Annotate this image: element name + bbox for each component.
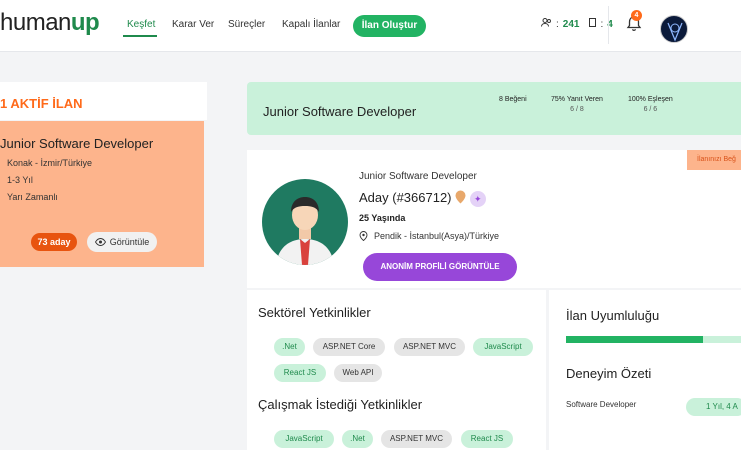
nav-active-indicator: [123, 35, 157, 37]
users-icon: [541, 18, 552, 30]
experience-duration: 1 Yıl, 4 A: [686, 398, 741, 416]
user-avatar[interactable]: [660, 15, 688, 43]
fit-experience-panel: İlan Uyumluluğu Deneyim Özeti Software D…: [549, 290, 741, 450]
job-summary-title: Junior Software Developer: [263, 104, 417, 119]
candidate-avatar: [262, 179, 348, 265]
match-stat-label: 100% Eşleşen: [628, 96, 673, 103]
brand-logo-part2: up: [70, 9, 100, 36]
skill-chip: JavaScript: [473, 338, 533, 356]
response-stat-sub: 6 / 8: [570, 106, 584, 113]
skill-chip: React JS: [274, 364, 326, 382]
likes-stat: 8 Beğeni: [499, 96, 527, 103]
listing-work-type: Yarı Zamanlı: [7, 192, 58, 202]
skill-chip: ASP.NET Core: [313, 338, 385, 356]
listing-card[interactable]: Junior Software Developer Konak - İzmir/…: [0, 121, 204, 267]
skill-chip: .Net: [342, 430, 373, 448]
listing-location: Konak - İzmir/Türkiye: [7, 158, 93, 168]
listing-title: Junior Software Developer: [0, 136, 154, 151]
nav-item-karar-ver[interactable]: Karar Ver: [172, 19, 214, 30]
job-summary-banner: Junior Software Developer 8 Beğeni 75% Y…: [247, 82, 741, 135]
likes-stat-label: 8 Beğeni: [499, 96, 527, 103]
skill-chip: .Net: [274, 338, 305, 356]
candidate-age: 25 Yaşında: [359, 213, 406, 223]
active-listings-title: 1 AKTİF İLAN: [0, 96, 83, 111]
skills-panel: Sektörel Yetkinlikler .Net ASP.NET Core …: [247, 290, 546, 450]
candidate-role: Junior Software Developer: [359, 171, 477, 182]
eye-icon: [94, 238, 106, 246]
liked-listing-tag: İlanınızı Beğ: [687, 150, 741, 170]
candidate-location-text: Pendik - İstanbul(Asya)/Türkiye: [374, 231, 500, 241]
candidate-card: Junior Software Developer Aday (#366712)…: [247, 150, 741, 288]
candidate-location: Pendik - İstanbul(Asya)/Türkiye: [359, 231, 499, 241]
skill-chip: Web API: [334, 364, 382, 382]
sector-skills-title: Sektörel Yetkinlikler: [258, 305, 371, 320]
skill-chip: ASP.NET MVC: [381, 430, 452, 448]
document-icon: [589, 18, 597, 30]
users-count: 241: [562, 18, 580, 30]
nav-item-kapali-ilanlar[interactable]: Kapalı İlanlar: [282, 19, 340, 30]
brand-logo[interactable]: humanup: [0, 9, 100, 37]
navbar-divider: [608, 6, 609, 44]
stats-colon: :: [556, 18, 559, 30]
create-listing-button[interactable]: İlan Oluştur: [353, 15, 426, 37]
active-listings-header: 1 AKTİF İLAN: [0, 82, 207, 120]
location-pin-icon: [359, 231, 368, 241]
experience-role: Software Developer: [566, 400, 637, 409]
top-navbar: humanup Keşfet Karar Ver Süreçler Kapalı…: [0, 0, 741, 52]
listing-experience: 1-3 Yıl: [7, 175, 33, 185]
response-stat-label: 75% Yanıt Veren: [551, 96, 603, 103]
candidate-name-text: Aday (#366712): [359, 190, 452, 205]
fit-title: İlan Uyumluluğu: [566, 308, 660, 323]
match-stat: 100% Eşleşen 6 / 6: [628, 96, 673, 113]
wish-skills-title: Çalışmak İstediği Yetkinlikler: [258, 397, 423, 412]
view-listing-button[interactable]: Görüntüle: [87, 232, 157, 252]
fit-progress-fill: [566, 336, 703, 343]
stats-colon-2: :: [600, 18, 604, 30]
nav-item-kesfet[interactable]: Keşfet: [127, 19, 155, 30]
medal-icon: [455, 190, 466, 207]
response-stat: 75% Yanıt Veren 6 / 8: [551, 96, 603, 113]
stats-summary: : 241 : 4: [541, 18, 613, 30]
experience-title: Deneyim Özeti: [566, 366, 652, 381]
candidate-badge-icon: ✦: [469, 190, 486, 207]
skill-chip: React JS: [461, 430, 513, 448]
skill-chip: JavaScript: [274, 430, 334, 448]
view-anonymous-profile-button[interactable]: ANONİM PROFİLİ GÖRÜNTÜLE: [363, 253, 517, 281]
candidate-count-badge[interactable]: 73 aday: [31, 233, 77, 251]
nav-item-surecler[interactable]: Süreçler: [228, 19, 265, 30]
match-stat-sub: 6 / 6: [643, 106, 658, 113]
candidate-name: Aday (#366712) ✦: [359, 190, 486, 207]
view-listing-label: Görüntüle: [109, 237, 150, 247]
notification-badge: 4: [631, 10, 642, 21]
brand-logo-part1: human: [0, 9, 71, 36]
skill-chip: ASP.NET MVC: [394, 338, 465, 356]
